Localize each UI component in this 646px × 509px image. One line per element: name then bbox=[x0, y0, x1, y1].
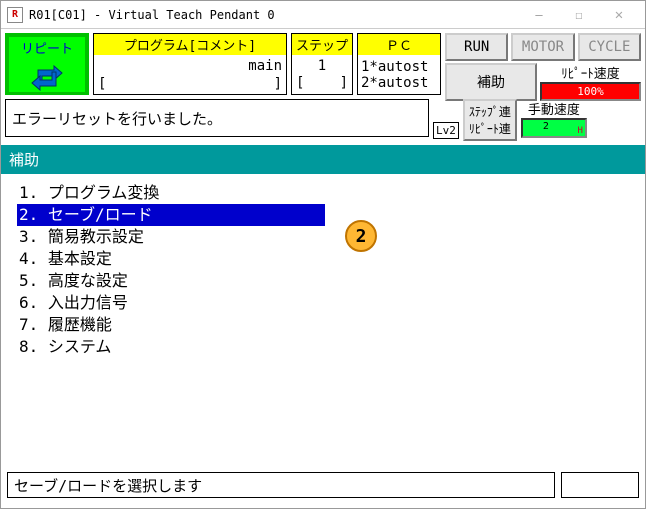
run-button[interactable]: RUN bbox=[445, 33, 508, 61]
menu-item-6[interactable]: 6. 入出力信号 bbox=[17, 292, 629, 314]
manual-speed-label: 手動速度 bbox=[521, 99, 587, 118]
menu-item-8[interactable]: 8. システム bbox=[17, 336, 629, 358]
step-panel[interactable]: ステップ 1 [] bbox=[291, 33, 353, 95]
pc-header: ＰＣ bbox=[358, 34, 440, 55]
minimize-button[interactable]: — bbox=[519, 2, 559, 28]
app-window: R R01[C01] - Virtual Teach Pendant 0 — ☐… bbox=[0, 0, 646, 509]
app-icon: R bbox=[7, 7, 23, 23]
step-link-button[interactable]: ｽﾃｯﾌﾟ連 ﾘﾋﾟｰﾄ連 bbox=[463, 99, 517, 141]
message-box: エラーリセットを行いました。 bbox=[5, 99, 429, 137]
pc-line2: 2*autost bbox=[358, 75, 440, 91]
program-header: プログラム[コメント] bbox=[94, 34, 286, 55]
titlebar: R R01[C01] - Virtual Teach Pendant 0 — ☐… bbox=[1, 1, 645, 29]
manual-speed-indicator[interactable]: 2 H bbox=[521, 118, 587, 138]
menu-item-4[interactable]: 4. 基本設定 bbox=[17, 248, 629, 270]
menu-item-3[interactable]: 3. 簡易教示設定 bbox=[17, 226, 629, 248]
message-row: エラーリセットを行いました。 Lv2 ｽﾃｯﾌﾟ連 ﾘﾋﾟｰﾄ連 手動速度 2 … bbox=[1, 99, 645, 145]
footer-message: セーブ/ロードを選択します bbox=[7, 472, 555, 498]
menu-list: 1. プログラム変換 2. セーブ/ロード 3. 簡易教示設定 4. 基本設定 … bbox=[1, 174, 645, 444]
assist-button[interactable]: 補助 bbox=[445, 63, 537, 101]
menu-item-5[interactable]: 5. 高度な設定 bbox=[17, 270, 629, 292]
pc-line1: 1*autost bbox=[358, 59, 440, 75]
repeat-panel[interactable]: リピート bbox=[5, 33, 89, 95]
program-panel[interactable]: プログラム[コメント] main [] bbox=[93, 33, 287, 95]
motor-button[interactable]: MOTOR bbox=[511, 33, 574, 61]
repeat-label: リピート bbox=[9, 37, 85, 58]
level-badge[interactable]: Lv2 bbox=[433, 122, 459, 139]
menu-item-1[interactable]: 1. プログラム変換 bbox=[17, 182, 629, 204]
footer-input[interactable] bbox=[561, 472, 639, 498]
annotation-marker: 2 bbox=[345, 220, 377, 252]
repeat-speed-label: ﾘﾋﾟｰﾄ速度 bbox=[540, 63, 641, 82]
footer-row: セーブ/ロードを選択します bbox=[7, 472, 639, 498]
repeat-icon bbox=[30, 58, 64, 92]
top-panel-row: リピート プログラム[コメント] main [] ステップ 1 [] bbox=[1, 29, 645, 99]
menu-item-2[interactable]: 2. セーブ/ロード bbox=[17, 204, 325, 226]
maximize-button[interactable]: ☐ bbox=[559, 2, 599, 28]
section-header: 補助 bbox=[1, 145, 645, 174]
window-title: R01[C01] - Virtual Teach Pendant 0 bbox=[29, 8, 275, 22]
right-controls: RUN MOTOR CYCLE 補助 ﾘﾋﾟｰﾄ速度 100% bbox=[445, 33, 641, 95]
close-button[interactable]: ✕ bbox=[599, 2, 639, 28]
step-header: ステップ bbox=[292, 34, 352, 55]
pc-panel[interactable]: ＰＣ 1*autost 2*autost bbox=[357, 33, 441, 95]
menu-item-7[interactable]: 7. 履歴機能 bbox=[17, 314, 629, 336]
step-value: 1 bbox=[292, 58, 352, 74]
cycle-button[interactable]: CYCLE bbox=[578, 33, 641, 61]
program-name: main bbox=[248, 57, 282, 75]
